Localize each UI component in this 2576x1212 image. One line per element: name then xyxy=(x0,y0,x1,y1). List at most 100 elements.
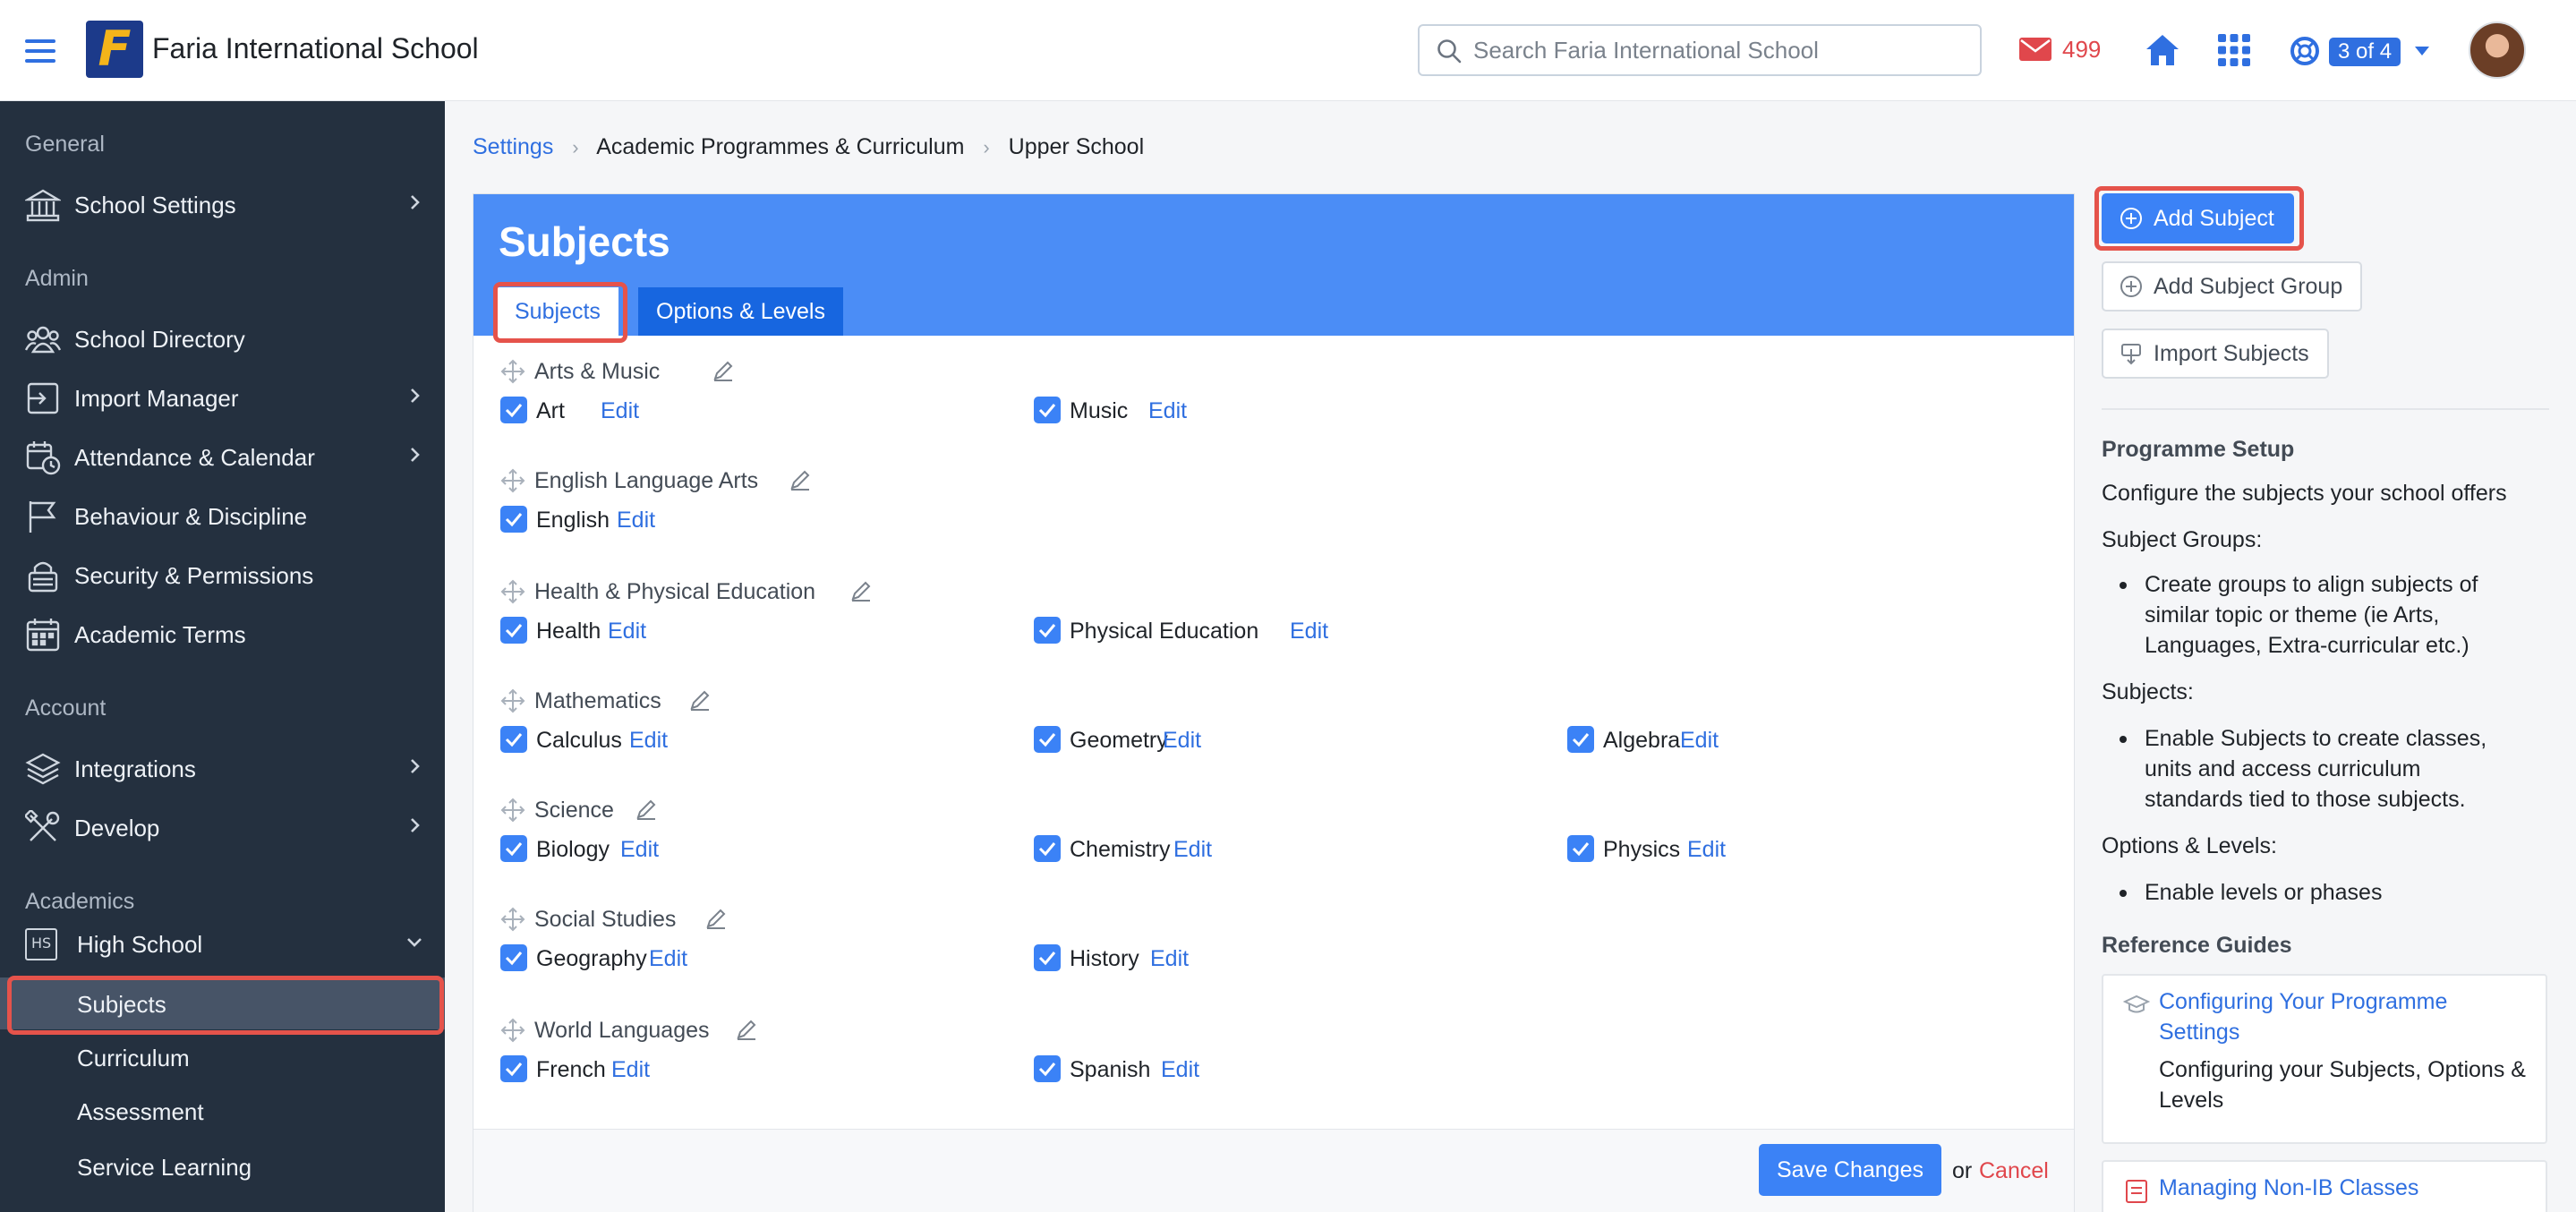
subject-edit-link[interactable]: Edit xyxy=(1173,837,1212,863)
subject-edit-link[interactable]: Edit xyxy=(1163,728,1201,754)
apps-grid-icon[interactable] xyxy=(2218,34,2250,66)
drag-handle-icon[interactable] xyxy=(500,688,525,713)
sidebar-item-label: School Directory xyxy=(74,326,245,353)
subject-group-name: World Languages xyxy=(534,1018,710,1043)
import-subjects-button[interactable]: Import Subjects xyxy=(2102,329,2329,379)
programme-setup-intro: Configure the subjects your school offer… xyxy=(2102,481,2507,506)
subject-checkbox[interactable] xyxy=(500,1055,527,1082)
pencil-icon[interactable] xyxy=(704,907,728,930)
pencil-icon[interactable] xyxy=(688,688,712,712)
subject-edit-link[interactable]: Edit xyxy=(1161,1057,1199,1083)
guide-link-non-ib-classes[interactable]: Managing Non-IB Classes xyxy=(2159,1173,2526,1203)
subject-edit-link[interactable]: Edit xyxy=(620,837,659,863)
sidebar-item-attendance-calendar[interactable]: Attendance & Calendar xyxy=(0,431,445,482)
sidebar-item-integrations[interactable]: Integrations xyxy=(0,742,445,794)
user-avatar[interactable] xyxy=(2469,21,2526,79)
subject-checkbox[interactable] xyxy=(1034,835,1061,862)
sidebar-item-behaviour-discipline[interactable]: Behaviour & Discipline xyxy=(0,490,445,542)
cancel-link[interactable]: Cancel xyxy=(1979,1158,2049,1184)
sidebar-item-label: Academic Terms xyxy=(74,621,246,648)
drag-handle-icon[interactable] xyxy=(500,359,525,384)
subject-edit-link[interactable]: Edit xyxy=(1150,946,1189,972)
subject-checkbox[interactable] xyxy=(500,506,527,533)
subject-checkbox[interactable] xyxy=(1034,944,1061,971)
add-subject-group-button[interactable]: Add Subject Group xyxy=(2102,261,2363,312)
sidebar-item-label: School Settings xyxy=(74,192,236,218)
page-title: Subjects xyxy=(499,218,670,265)
sidebar-item-label: Attendance & Calendar xyxy=(74,444,315,471)
sidebar-item-high-school[interactable]: HS High School xyxy=(0,918,445,969)
menu-icon[interactable] xyxy=(25,39,55,63)
breadcrumb-settings-link[interactable]: Settings xyxy=(473,134,553,159)
search-box[interactable] xyxy=(1418,24,1982,76)
subject-checkbox[interactable] xyxy=(500,726,527,753)
sidebar-subitem-curriculum[interactable]: Curriculum xyxy=(0,1031,445,1083)
panel-footer: Save Changes or Cancel xyxy=(473,1129,2074,1212)
subject-checkbox[interactable] xyxy=(500,944,527,971)
search-input[interactable] xyxy=(1473,26,1975,74)
subject-checkbox[interactable] xyxy=(1034,1055,1061,1082)
drag-handle-icon[interactable] xyxy=(500,1018,525,1043)
drag-handle-icon[interactable] xyxy=(500,907,525,932)
subject-edit-link[interactable]: Edit xyxy=(1290,619,1328,644)
subject-edit-link[interactable]: Edit xyxy=(1687,837,1726,863)
pencil-icon[interactable] xyxy=(789,468,812,491)
section-title-academics: Academics xyxy=(25,889,135,914)
subject-edit-link[interactable]: Edit xyxy=(649,946,687,972)
pencil-icon[interactable] xyxy=(712,359,735,382)
school-logo[interactable]: F xyxy=(86,21,143,78)
sidebar-item-academic-terms[interactable]: Academic Terms xyxy=(0,608,445,660)
subject-checkbox[interactable] xyxy=(1034,726,1061,753)
mail-count[interactable]: 499 xyxy=(2062,36,2101,64)
school-name[interactable]: Faria International School xyxy=(152,32,479,65)
calendar-icon xyxy=(26,619,60,652)
drag-handle-icon[interactable] xyxy=(500,468,525,493)
sidebar-item-develop[interactable]: Develop xyxy=(0,801,445,853)
subject-edit-link[interactable]: Edit xyxy=(617,508,655,533)
tab-subjects[interactable]: Subjects xyxy=(497,287,618,336)
sidebar-item-school-settings[interactable]: School Settings xyxy=(0,178,445,230)
lock-icon xyxy=(28,561,58,593)
add-subject-button[interactable]: Add Subject xyxy=(2102,193,2294,243)
sidebar-subitem-service-learning[interactable]: Service Learning xyxy=(0,1140,445,1192)
save-changes-button[interactable]: Save Changes xyxy=(1759,1144,1941,1196)
subject-checkbox[interactable] xyxy=(500,617,527,644)
sidebar-item-security-permissions[interactable]: Security & Permissions xyxy=(0,549,445,601)
home-icon[interactable] xyxy=(2145,33,2180,67)
sidebar-item-label: Integrations xyxy=(74,755,196,782)
sidebar-subitem-subjects[interactable]: Subjects xyxy=(0,977,445,1029)
subject-name: History xyxy=(1070,946,1139,971)
subject-edit-link[interactable]: Edit xyxy=(608,619,646,644)
subject-edit-link[interactable]: Edit xyxy=(601,398,639,424)
help-progress-badge[interactable]: 3 of 4 xyxy=(2329,38,2401,66)
subject-edit-link[interactable]: Edit xyxy=(629,728,668,754)
section-title-general: General xyxy=(25,132,105,157)
sidebar-item-import-manager[interactable]: Import Manager xyxy=(0,371,445,423)
pencil-icon[interactable] xyxy=(635,798,658,821)
subject-checkbox[interactable] xyxy=(1567,835,1594,862)
subject-checkbox[interactable] xyxy=(1034,397,1061,423)
reference-guides-heading: Reference Guides xyxy=(2102,933,2292,958)
tab-options-levels[interactable]: Options & Levels xyxy=(638,287,843,336)
sidebar-item-school-directory[interactable]: School Directory xyxy=(0,312,445,364)
guide-link-programme-settings[interactable]: Configuring Your Programme Settings xyxy=(2159,986,2526,1047)
subject-name: Spanish xyxy=(1070,1057,1151,1082)
subject-edit-link[interactable]: Edit xyxy=(1148,398,1187,424)
pencil-icon[interactable] xyxy=(849,579,873,602)
pencil-icon[interactable] xyxy=(735,1018,758,1041)
subject-checkbox[interactable] xyxy=(1034,617,1061,644)
subject-checkbox[interactable] xyxy=(1567,726,1594,753)
caret-down-icon[interactable] xyxy=(2415,47,2429,55)
subject-edit-link[interactable]: Edit xyxy=(1680,728,1719,754)
mail-icon[interactable] xyxy=(2019,38,2051,61)
subject-checkbox[interactable] xyxy=(500,397,527,423)
subject-name: Music xyxy=(1070,398,1129,423)
sidebar-subitem-assessment[interactable]: Assessment xyxy=(0,1085,445,1137)
drag-handle-icon[interactable] xyxy=(500,579,525,604)
document-icon xyxy=(2126,1180,2147,1203)
lifebuoy-icon xyxy=(2290,37,2319,65)
drag-handle-icon[interactable] xyxy=(500,798,525,823)
subject-checkbox[interactable] xyxy=(500,835,527,862)
flag-icon xyxy=(29,501,56,533)
subject-edit-link[interactable]: Edit xyxy=(611,1057,650,1083)
